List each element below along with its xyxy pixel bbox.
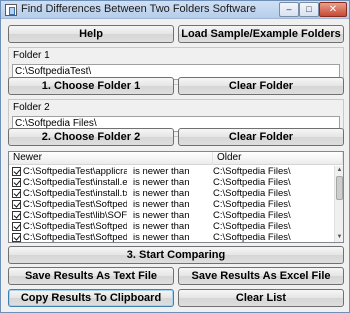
comparison-status: is newer than <box>133 166 190 177</box>
clear-list-button[interactable]: Clear List <box>178 289 344 307</box>
newer-path: C:\SoftpediaTest\install.e... <box>23 177 127 188</box>
newer-path: C:\SoftpediaTest\Softped... <box>23 199 127 210</box>
older-path: C:\Softpedia Files\ <box>213 177 291 188</box>
newer-path: C:\SoftpediaTest\lib\SOFT... <box>23 210 127 221</box>
app-icon <box>5 4 17 16</box>
folder-1-label: Folder 1 <box>13 50 50 61</box>
newer-path: C:\SoftpediaTest\Softped... <box>23 232 127 243</box>
row-checkbox[interactable] <box>12 167 21 176</box>
folder-2-label: Folder 2 <box>13 102 50 113</box>
comparison-status: is newer than <box>133 232 190 243</box>
newer-path: C:\SoftpediaTest\install.txt <box>23 188 127 199</box>
save-text-file-button[interactable]: Save Results As Text File <box>8 267 174 285</box>
choose-folder-2-button[interactable]: 2. Choose Folder 2 <box>8 128 174 146</box>
window-title: Find Differences Between Two Folders Sof… <box>21 3 256 15</box>
save-excel-file-button[interactable]: Save Results As Excel File <box>178 267 344 285</box>
comparison-status: is newer than <box>133 199 190 210</box>
scroll-down-arrow-icon[interactable]: ▼ <box>335 233 343 242</box>
table-row[interactable]: C:\SoftpediaTest\install.txt is newer tha… <box>9 188 334 199</box>
choose-folder-1-button[interactable]: 1. Choose Folder 1 <box>8 77 174 95</box>
older-path: C:\Softpedia Files\ <box>213 232 291 243</box>
clear-folder-2-button[interactable]: Clear Folder <box>178 128 344 146</box>
older-path: C:\Softpedia Files\ <box>213 166 291 177</box>
help-button[interactable]: Help <box>8 25 174 43</box>
copy-to-clipboard-button[interactable]: Copy Results To Clipboard <box>8 289 174 307</box>
results-list-body: C:\SoftpediaTest\applicra... is newer tha… <box>9 166 334 243</box>
results-scrollbar[interactable]: ▲ ▼ <box>334 166 343 242</box>
row-checkbox[interactable] <box>12 200 21 209</box>
comparison-status: is newer than <box>133 188 190 199</box>
table-row[interactable]: C:\SoftpediaTest\Softped... is newer than… <box>9 232 334 243</box>
load-sample-button[interactable]: Load Sample/Example Folders <box>178 25 344 43</box>
newer-path: C:\SoftpediaTest\Softped... <box>23 221 127 232</box>
minimize-button[interactable]: – <box>279 2 299 17</box>
row-checkbox[interactable] <box>12 211 21 220</box>
table-row[interactable]: C:\SoftpediaTest\applicra... is newer tha… <box>9 166 334 177</box>
newer-path: C:\SoftpediaTest\applicra... <box>23 166 127 177</box>
row-checkbox[interactable] <box>12 189 21 198</box>
title-bar: Find Differences Between Two Folders Sof… <box>1 1 349 19</box>
column-header-newer[interactable]: Newer <box>9 152 213 165</box>
row-checkbox[interactable] <box>12 178 21 187</box>
comparison-status: is newer than <box>133 210 190 221</box>
clear-folder-1-button[interactable]: Clear Folder <box>178 77 344 95</box>
start-comparing-button[interactable]: 3. Start Comparing <box>8 246 344 264</box>
table-row[interactable]: C:\SoftpediaTest\install.e... is newer th… <box>9 177 334 188</box>
older-path: C:\Softpedia Files\ <box>213 188 291 199</box>
scroll-up-arrow-icon[interactable]: ▲ <box>335 166 343 175</box>
older-path: C:\Softpedia Files\ <box>213 210 291 221</box>
close-button[interactable]: ✕ <box>319 2 347 17</box>
column-header-older[interactable]: Older <box>213 152 343 165</box>
row-checkbox[interactable] <box>12 233 21 242</box>
table-row[interactable]: C:\SoftpediaTest\Softped... is newer than… <box>9 199 334 210</box>
app-window: Find Differences Between Two Folders Sof… <box>0 0 350 313</box>
row-checkbox[interactable] <box>12 222 21 231</box>
comparison-status: is newer than <box>133 177 190 188</box>
table-row[interactable]: C:\SoftpediaTest\Softped... is newer than… <box>9 221 334 232</box>
scroll-thumb[interactable] <box>336 176 343 200</box>
table-row[interactable]: C:\SoftpediaTest\lib\SOFT... is newer tha… <box>9 210 334 221</box>
results-list[interactable]: Newer Older C:\SoftpediaTest\applicra...… <box>8 151 344 243</box>
comparison-status: is newer than <box>133 221 190 232</box>
older-path: C:\Softpedia Files\ <box>213 221 291 232</box>
results-list-header: Newer Older <box>9 152 343 165</box>
maximize-button[interactable]: □ <box>299 2 319 17</box>
older-path: C:\Softpedia Files\ <box>213 199 291 210</box>
